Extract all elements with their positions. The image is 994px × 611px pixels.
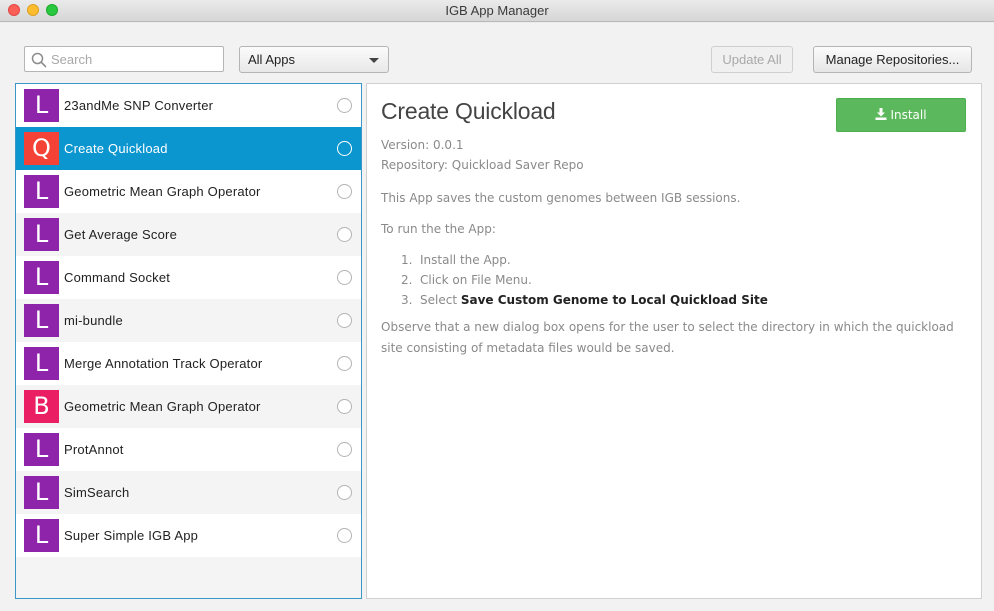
- download-icon: [875, 108, 887, 120]
- app-list-item[interactable]: L Get Average Score: [16, 213, 361, 256]
- search-box[interactable]: [24, 46, 224, 72]
- app-icon: L: [24, 476, 59, 509]
- app-name: 23andMe SNP Converter: [64, 98, 214, 113]
- app-list-item[interactable]: Lmi-bundle: [16, 299, 361, 342]
- step-item: 1. Install the App.: [401, 253, 511, 267]
- app-description: This App saves the custom genomes betwee…: [381, 191, 741, 205]
- app-observe-note: Observe that a new dialog box opens for …: [381, 320, 954, 355]
- app-select-radio[interactable]: [337, 227, 352, 242]
- app-icon: L: [24, 433, 59, 466]
- app-icon: B: [24, 390, 59, 423]
- app-icon: L: [24, 89, 59, 122]
- app-list-item[interactable]: L Super Simple IGB App: [16, 514, 361, 557]
- app-howto-heading: To run the the App:: [381, 222, 496, 236]
- install-button[interactable]: Install: [836, 98, 966, 132]
- app-select-radio[interactable]: [337, 485, 352, 500]
- app-icon: L: [24, 304, 59, 337]
- app-version: Version: 0.0.1: [381, 138, 464, 152]
- app-name: Get Average Score: [64, 227, 178, 242]
- app-select-radio[interactable]: [337, 356, 352, 371]
- app-name: ProtAnnot: [64, 442, 124, 457]
- search-icon: [31, 52, 47, 68]
- app-icon: L: [24, 519, 59, 552]
- app-select-radio[interactable]: [337, 184, 352, 199]
- app-steps-list: 1. Install the App. 2. Click on File Menu.…: [401, 250, 768, 310]
- chevron-down-icon: [369, 58, 379, 63]
- app-list-item[interactable]: Q Create Quickload: [16, 127, 361, 170]
- app-select-radio[interactable]: [337, 270, 352, 285]
- app-icon: L: [24, 347, 59, 380]
- title-bar: IGB App Manager: [0, 0, 994, 22]
- app-detail-panel: Create Quickload Install Version: 0.0.1 …: [366, 83, 982, 599]
- app-icon: L: [24, 261, 59, 294]
- app-repository: Repository: Quickload Saver Repo: [381, 158, 584, 172]
- app-filter-selected: All Apps: [248, 52, 295, 67]
- search-input[interactable]: [51, 50, 219, 68]
- toolbar: All Apps Update All Manage Repositories.…: [14, 37, 982, 85]
- app-name: Merge Annotation Track Operator: [64, 356, 263, 371]
- app-icon: L: [24, 175, 59, 208]
- app-filter-dropdown[interactable]: All Apps: [239, 46, 389, 73]
- app-manager-content: All Apps Update All Manage Repositories.…: [0, 23, 994, 611]
- app-select-radio[interactable]: [337, 442, 352, 457]
- app-icon: Q: [24, 132, 59, 165]
- app-list-item[interactable]: L Merge Annotation Track Operator: [16, 342, 361, 385]
- app-name: SimSearch: [64, 485, 130, 500]
- install-label: Install: [890, 108, 927, 122]
- app-list-item[interactable]: L SimSearch: [16, 471, 361, 514]
- step-item: 3. Select Save Custom Genome to Local Qui…: [401, 293, 768, 307]
- update-all-button[interactable]: Update All: [711, 46, 793, 73]
- app-name: Super Simple IGB App: [64, 528, 199, 543]
- app-list-item[interactable]: L ProtAnnot: [16, 428, 361, 471]
- app-detail-title: Create Quickload: [381, 98, 556, 124]
- app-name: Command Socket: [64, 270, 171, 285]
- app-select-radio[interactable]: [337, 528, 352, 543]
- app-icon: L: [24, 218, 59, 251]
- app-select-radio[interactable]: [337, 313, 352, 328]
- app-list-item[interactable]: L Command Socket: [16, 256, 361, 299]
- app-name: Geometric Mean Graph Operator: [64, 399, 261, 414]
- app-select-radio[interactable]: [337, 141, 352, 156]
- app-list-item[interactable]: L Geometric Mean Graph Operator: [16, 170, 361, 213]
- window-title: IGB App Manager: [445, 3, 549, 18]
- app-select-radio[interactable]: [337, 98, 352, 113]
- app-list[interactable]: L 23andMe SNP Converter Q Create Quickload L…: [15, 83, 362, 599]
- app-name: Geometric Mean Graph Operator: [64, 184, 261, 199]
- app-name: Create Quickload: [64, 141, 168, 156]
- app-select-radio[interactable]: [337, 399, 352, 414]
- step-item: 2. Click on File Menu.: [401, 273, 532, 287]
- manage-repositories-button[interactable]: Manage Repositories...: [813, 46, 972, 73]
- app-list-item[interactable]: B Geometric Mean Graph Operator: [16, 385, 361, 428]
- app-name: mi-bundle: [64, 313, 123, 328]
- app-list-item[interactable]: L 23andMe SNP Converter: [16, 84, 361, 127]
